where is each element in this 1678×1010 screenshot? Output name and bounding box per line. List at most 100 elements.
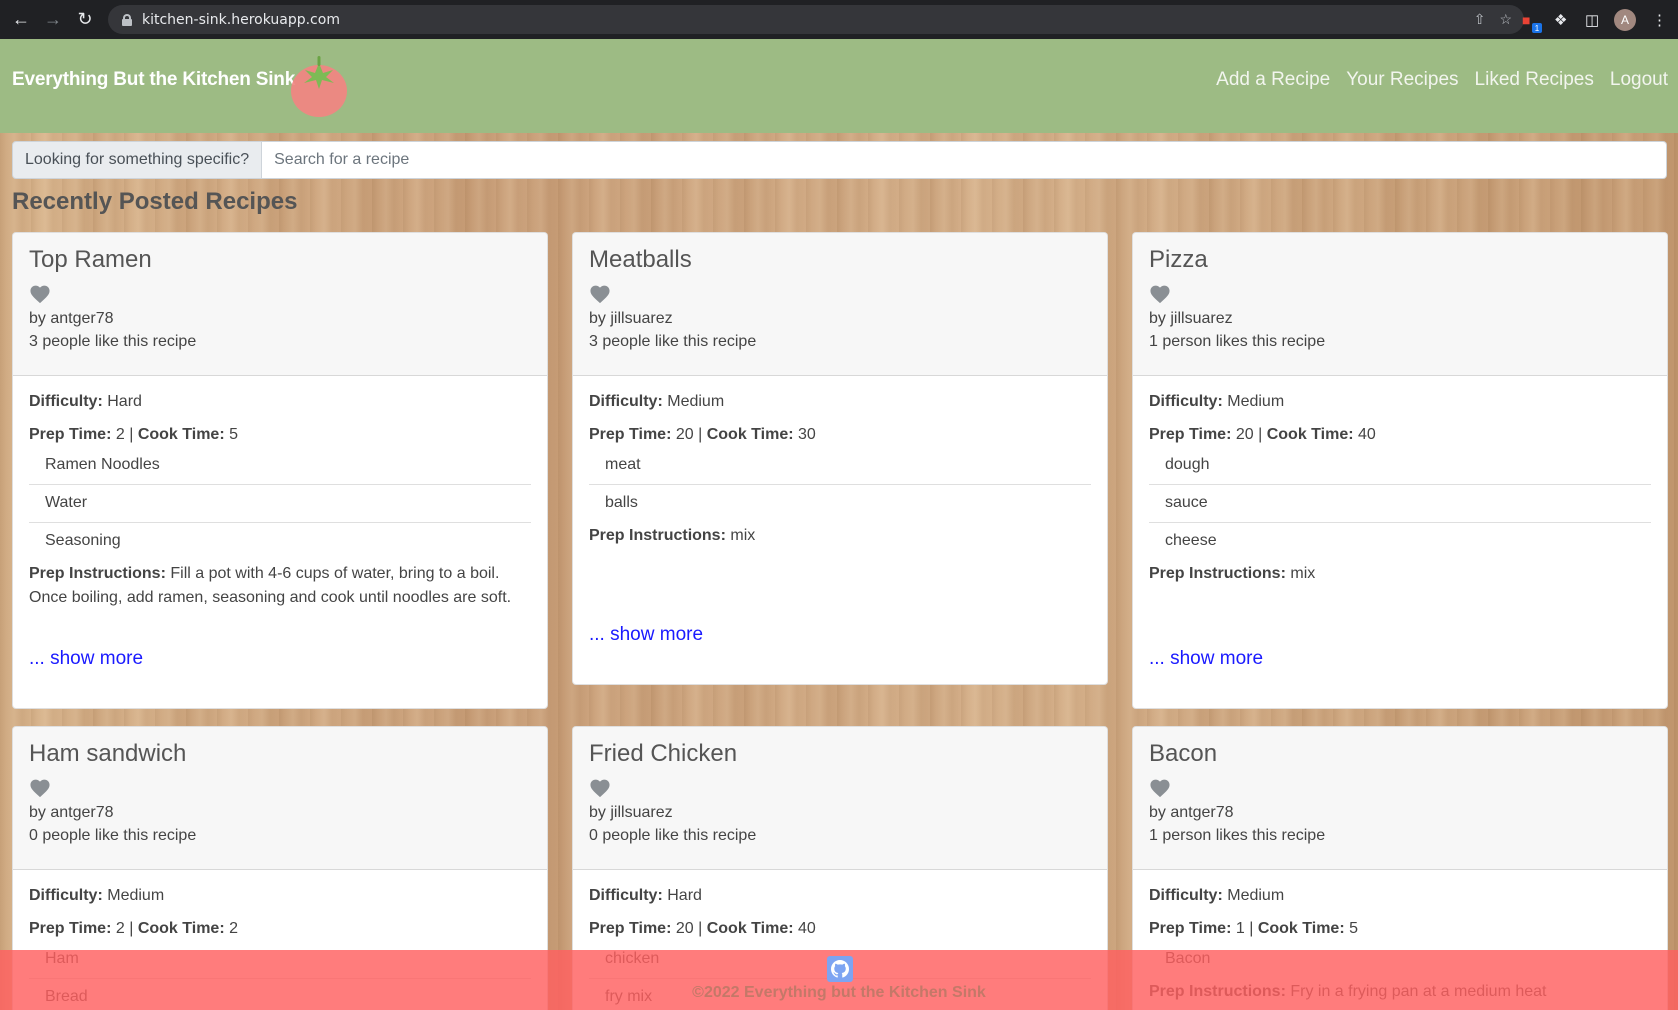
navbar: Everything But the Kitchen Sink Add a Re… [0, 39, 1678, 133]
prep-time-label: Prep Time: [1149, 920, 1232, 937]
prep-time-label: Prep Time: [29, 426, 112, 443]
difficulty-row: Difficulty: Medium [589, 392, 1091, 412]
prep-time-label: Prep Time: [589, 426, 672, 443]
lock-icon [122, 13, 132, 26]
recipe-author: by jillsuarez [1149, 310, 1233, 327]
show-more-link[interactable]: ... show more [1149, 648, 1263, 670]
prep-time-value: 20 [675, 920, 694, 937]
prep-time-label: Prep Time: [29, 920, 112, 937]
recipe-author: by antger78 [29, 804, 114, 821]
cook-time-label: Cook Time: [137, 920, 225, 937]
github-icon[interactable] [827, 956, 853, 982]
section-title: Recently Posted Recipes [12, 188, 298, 215]
show-more-link[interactable]: ... show more [589, 624, 703, 646]
heart-like-icon[interactable] [1149, 778, 1171, 798]
recipe-card: Pizza by jillsuarez 1 person likes this … [1132, 232, 1668, 709]
prep-time-value: 20 [675, 426, 694, 443]
ingredient-item: balls [605, 494, 638, 511]
heart-like-icon[interactable] [589, 778, 611, 798]
difficulty-label: Difficulty: [589, 887, 663, 904]
recipe-title[interactable]: Meatballs [589, 246, 1091, 274]
nav-links: Add a Recipe Your Recipes Liked Recipes … [1216, 69, 1668, 91]
extension-icon[interactable]: ■ 1 [1522, 0, 1542, 39]
ingredient-item: Ramen Noodles [29, 447, 531, 485]
recipe-author: by jillsuarez [589, 804, 673, 821]
bookmark-star-icon[interactable]: ☆ [1499, 11, 1512, 28]
cook-time-value: 2 [229, 920, 239, 937]
heart-like-icon[interactable] [29, 778, 51, 798]
recipe-card-header: Bacon by antger78 1 person likes this re… [1133, 727, 1667, 870]
recipe-card: Meatballs by jillsuarez 3 people like th… [572, 232, 1108, 685]
time-separator: | [698, 920, 703, 937]
reload-icon[interactable]: ↻ [70, 5, 100, 35]
recipe-card-body: Difficulty: Medium Prep Time: 20 | Cook … [573, 376, 1107, 548]
url-text: kitchen-sink.herokuapp.com [142, 11, 340, 28]
kebab-menu-icon[interactable]: ⋮ [1652, 0, 1667, 39]
heart-like-icon[interactable] [1149, 284, 1171, 304]
recipe-title[interactable]: Pizza [1149, 246, 1651, 274]
prep-time-value: 20 [1235, 426, 1254, 443]
recipe-card: Top Ramen by antger78 3 people like this… [12, 232, 548, 709]
difficulty-row: Difficulty: Hard [29, 392, 531, 412]
difficulty-label: Difficulty: [1149, 393, 1223, 410]
recipe-title[interactable]: Ham sandwich [29, 740, 531, 768]
prep-time-label: Prep Time: [1149, 426, 1232, 443]
recipe-card-header: Meatballs by jillsuarez 3 people like th… [573, 233, 1107, 376]
prep-time-value: 2 [115, 426, 125, 443]
ingredient-item: sauce [1149, 485, 1651, 523]
prep-instructions: Prep Instructions: mix [1149, 562, 1651, 586]
cook-time-label: Cook Time: [137, 426, 225, 443]
difficulty-row: Difficulty: Hard [589, 886, 1091, 906]
nav-logout[interactable]: Logout [1610, 69, 1668, 91]
back-arrow-icon[interactable]: ← [6, 5, 36, 35]
nav-liked-recipes[interactable]: Liked Recipes [1475, 69, 1594, 91]
recipe-likes: 1 person likes this recipe [1149, 827, 1326, 844]
difficulty-label: Difficulty: [29, 393, 103, 410]
cook-time-value: 30 [798, 426, 816, 443]
recipe-card-body: Difficulty: Hard Prep Time: 2 | Cook Tim… [13, 376, 547, 610]
browser-toolbar: ← → ↻ kitchen-sink.herokuapp.com ⇧ ☆ ■ 1… [0, 0, 1678, 39]
recipe-title[interactable]: Top Ramen [29, 246, 531, 274]
recipe-title[interactable]: Fried Chicken [589, 740, 1091, 768]
prep-instructions-label: Prep Instructions: [29, 565, 166, 582]
prep-instructions-text: mix [730, 527, 756, 544]
ingredient-list: dough sauce cheese [1149, 447, 1651, 560]
cook-time-label: Cook Time: [1266, 426, 1354, 443]
recipe-card-body: Difficulty: Medium Prep Time: 20 | Cook … [1133, 376, 1667, 586]
prep-instructions-label: Prep Instructions: [1149, 565, 1286, 582]
recipe-author: by antger78 [1149, 804, 1234, 821]
nav-add-recipe[interactable]: Add a Recipe [1216, 69, 1330, 91]
puzzle-extensions-icon[interactable]: ❖ [1554, 0, 1567, 39]
recipe-likes: 3 people like this recipe [29, 333, 197, 350]
time-separator: | [1258, 426, 1263, 443]
ingredient-item: Seasoning [45, 532, 121, 549]
cook-time-label: Cook Time: [706, 920, 794, 937]
recipe-title[interactable]: Bacon [1149, 740, 1651, 768]
extension-badge: 1 [1532, 23, 1542, 33]
side-panel-icon[interactable]: ◫ [1585, 0, 1599, 39]
nav-your-recipes[interactable]: Your Recipes [1346, 69, 1458, 91]
brand-logo-text[interactable]: Everything But the Kitchen Sink [12, 69, 295, 91]
profile-avatar[interactable]: A [1614, 8, 1636, 31]
footer: ©2022 Everything but the Kitchen Sink [0, 950, 1678, 1010]
prep-time-value: 2 [115, 920, 125, 937]
prep-time-value: 1 [1235, 920, 1245, 937]
ingredient-item: cheese [1165, 532, 1217, 549]
forward-arrow-icon[interactable]: → [38, 5, 68, 35]
heart-like-icon[interactable] [589, 284, 611, 304]
recipe-card-header: Fried Chicken by jillsuarez 0 people lik… [573, 727, 1107, 870]
ingredient-item: dough [1149, 447, 1651, 485]
ingredient-list: meat balls [589, 447, 1091, 522]
show-more-link[interactable]: ... show more [29, 648, 143, 670]
footer-copyright: ©2022 Everything but the Kitchen Sink [692, 984, 986, 1001]
cook-time-value: 40 [1358, 426, 1376, 443]
difficulty-row: Difficulty: Medium [1149, 886, 1651, 906]
heart-like-icon[interactable] [29, 284, 51, 304]
difficulty-value: Medium [107, 887, 165, 904]
recipe-likes: 1 person likes this recipe [1149, 333, 1326, 350]
time-separator: | [1249, 920, 1254, 937]
search-input[interactable] [262, 141, 1667, 179]
share-icon[interactable]: ⇧ [1474, 11, 1486, 28]
time-row: Prep Time: 1 | Cook Time: 5 [1149, 919, 1651, 939]
address-bar[interactable]: kitchen-sink.herokuapp.com ⇧ ☆ [108, 5, 1524, 34]
